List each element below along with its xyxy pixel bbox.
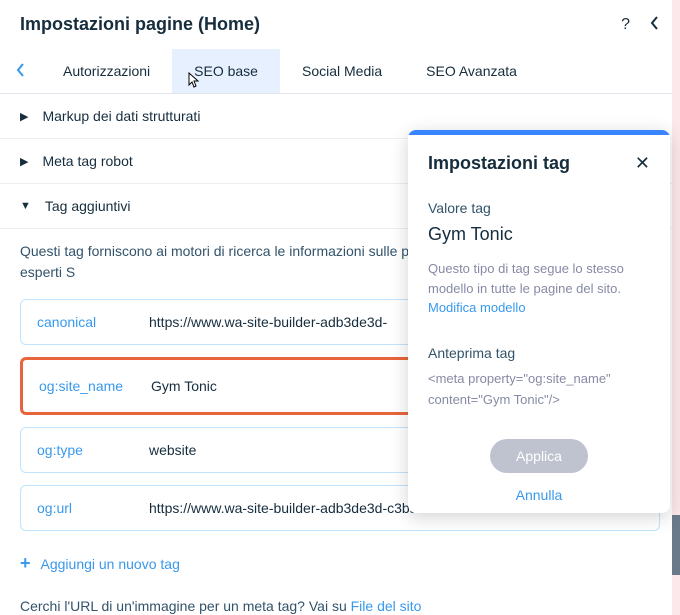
tab-social-media[interactable]: Social Media: [280, 49, 404, 93]
tag-name: og:type: [37, 442, 129, 458]
tag-name: og:url: [37, 500, 129, 516]
footer-text: Cerchi l'URL di un'immagine per un meta …: [20, 598, 351, 614]
tab-bar: Autorizzazioni SEO base Social Media SEO…: [0, 49, 680, 94]
chevron-down-icon: ▼: [20, 200, 31, 212]
add-new-tag-button[interactable]: + Aggiungi un nuovo tag: [20, 545, 660, 582]
field-note: Questo tipo di tag segue lo stesso model…: [428, 259, 650, 298]
footer-hint: Cerchi l'URL di un'immagine per un meta …: [0, 582, 680, 614]
panel-header: Impostazioni pagine (Home) ?: [0, 0, 680, 49]
tag-value: Gym Tonic: [151, 378, 217, 394]
tag-settings-popover: Impostazioni tag ✕ Valore tag Gym Tonic …: [408, 130, 670, 513]
site-files-link[interactable]: File del sito: [351, 598, 422, 614]
tag-value: https://www.wa-site-builder-adb3de3d-: [149, 314, 387, 330]
popover-title: Impostazioni tag: [428, 153, 635, 174]
tag-name: canonical: [37, 314, 129, 330]
thumbnail-hint: [672, 515, 680, 575]
add-tag-label: Aggiungi un nuovo tag: [41, 556, 180, 572]
popover-body: Valore tag Gym Tonic Questo tipo di tag …: [408, 192, 670, 325]
modify-template-link[interactable]: Modifica modello: [428, 300, 650, 315]
help-icon[interactable]: ?: [621, 16, 630, 34]
header-actions: ?: [621, 15, 660, 34]
accordion-label: Meta tag robot: [42, 153, 132, 169]
tag-value: website: [149, 442, 196, 458]
chevron-right-icon: ▶: [20, 110, 28, 123]
tag-name: og:site_name: [39, 378, 131, 394]
field-value: Gym Tonic: [428, 224, 650, 245]
tab-seo-base[interactable]: SEO base: [172, 49, 280, 93]
plus-icon: +: [20, 553, 31, 574]
popover-actions: Applica Annulla: [408, 411, 670, 513]
page-title: Impostazioni pagine (Home): [20, 14, 621, 35]
tag-value: https://www.wa-site-builder-adb3de3d-c3b…: [149, 500, 417, 516]
cancel-link[interactable]: Annulla: [428, 487, 650, 503]
close-icon[interactable]: ✕: [635, 153, 650, 174]
preview-code: <meta property="og:site_name" content="G…: [428, 369, 650, 411]
tab-autorizzazioni[interactable]: Autorizzazioni: [41, 49, 172, 93]
field-label-value: Valore tag: [428, 200, 650, 216]
tab-scroll-left-icon[interactable]: [0, 63, 41, 80]
apply-button[interactable]: Applica: [490, 439, 588, 473]
popover-header: Impostazioni tag ✕: [408, 135, 670, 192]
accordion-label: Markup dei dati strutturati: [42, 108, 200, 124]
tab-seo-avanzata[interactable]: SEO Avanzata: [404, 49, 539, 93]
tab-label: SEO base: [194, 63, 258, 79]
chevron-right-icon: ▶: [20, 155, 28, 168]
accordion-label: Tag aggiuntivi: [45, 198, 131, 214]
preview-section: Anteprima tag <meta property="og:site_na…: [408, 325, 670, 411]
collapse-icon[interactable]: [650, 15, 660, 34]
preview-label: Anteprima tag: [428, 345, 650, 361]
cursor-icon: [186, 71, 202, 94]
